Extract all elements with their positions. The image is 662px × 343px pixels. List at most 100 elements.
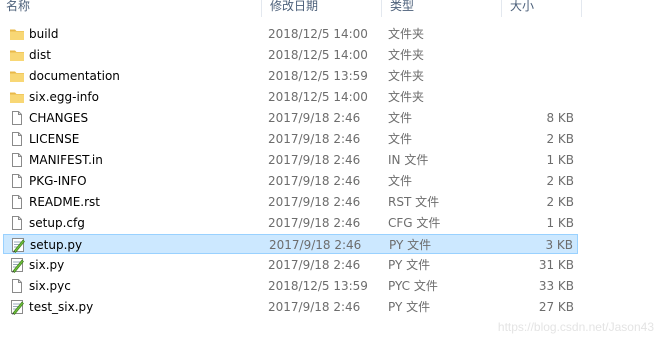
file-date-modified: 2018/12/5 14:00 <box>268 90 368 104</box>
file-icon-graphic <box>12 174 22 188</box>
file-name: six.py <box>29 258 65 272</box>
python-file-icon <box>9 257 25 273</box>
file-size: 1 KB <box>546 153 574 167</box>
file-date-modified: 2018/12/5 13:59 <box>268 69 368 83</box>
file-row[interactable]: six.py 2017/9/18 2:46 PY 文件 31 KB <box>3 255 578 275</box>
column-header-size[interactable]: 大小 <box>502 0 582 17</box>
file-row[interactable]: six.pyc 2018/12/5 13:59 PYC 文件 33 KB <box>3 276 578 296</box>
file-row[interactable]: setup.cfg 2017/9/18 2:46 CFG 文件 1 KB <box>3 213 578 233</box>
file-date-modified: 2017/9/18 2:46 <box>268 174 361 188</box>
file-date-modified: 2018/12/5 13:59 <box>268 279 368 293</box>
file-icon-graphic <box>12 216 22 230</box>
folder-icon <box>9 68 25 84</box>
file-name: setup.py <box>30 238 83 252</box>
file-icon-graphic <box>12 279 22 293</box>
file-type: PYC 文件 <box>388 279 438 293</box>
file-row[interactable]: PKG-INFO 2017/9/18 2:46 文件 2 KB <box>3 171 578 191</box>
file-icon-graphic <box>12 111 22 125</box>
watermark-text: https://blog.csdn.net/Jason43 <box>497 320 654 334</box>
file-icon <box>9 278 25 294</box>
folder-icon-graphic <box>10 29 24 40</box>
file-name: LICENSE <box>29 132 80 146</box>
file-icon-graphic <box>12 153 22 167</box>
file-type: 文件 <box>388 111 413 125</box>
python-file-icon-graphic <box>12 238 25 253</box>
file-type: 文件 <box>388 132 413 146</box>
file-row[interactable]: README.rst 2017/9/18 2:46 RST 文件 2 KB <box>3 192 578 212</box>
folder-icon-graphic <box>10 50 24 61</box>
column-header-date[interactable]: 修改日期 <box>262 0 382 17</box>
folder-icon <box>9 89 25 105</box>
file-size: 2 KB <box>546 174 574 188</box>
file-size: 3 KB <box>545 238 573 252</box>
column-header-name[interactable]: 名称 <box>0 0 262 17</box>
column-header-row: 名称 修改日期 类型 大小 <box>0 0 662 17</box>
file-type: 文件夹 <box>388 69 425 83</box>
file-row[interactable]: test_six.py 2017/9/18 2:46 PY 文件 27 KB <box>3 297 578 317</box>
file-date-modified: 2017/9/18 2:46 <box>268 132 361 146</box>
folder-icon-graphic <box>10 71 24 82</box>
file-icon <box>9 194 25 210</box>
file-name: PKG-INFO <box>29 174 87 188</box>
file-date-modified: 2017/9/18 2:46 <box>268 153 361 167</box>
file-name: six.pyc <box>29 279 71 293</box>
file-icon <box>9 110 25 126</box>
file-size: 2 KB <box>546 132 574 146</box>
file-icon <box>9 131 25 147</box>
file-row[interactable]: MANIFEST.in 2017/9/18 2:46 IN 文件 1 KB <box>3 150 578 170</box>
file-icon-graphic <box>12 132 22 146</box>
file-type: 文件夹 <box>388 27 425 41</box>
file-date-modified: 2017/9/18 2:46 <box>268 300 361 314</box>
file-name: setup.cfg <box>29 216 85 230</box>
folder-icon <box>9 26 25 42</box>
file-size: 33 KB <box>538 279 574 293</box>
file-row[interactable]: build 2018/12/5 14:00 文件夹 <box>3 24 578 44</box>
folder-icon-graphic <box>10 92 24 103</box>
file-icon <box>9 215 25 231</box>
file-name: test_six.py <box>29 300 94 314</box>
file-type: PY 文件 <box>389 238 432 252</box>
file-type: 文件 <box>388 174 413 188</box>
file-date-modified: 2017/9/18 2:46 <box>268 258 361 272</box>
file-type: IN 文件 <box>388 153 429 167</box>
file-row[interactable]: six.egg-info 2018/12/5 14:00 文件夹 <box>3 87 578 107</box>
file-row[interactable]: dist 2018/12/5 14:00 文件夹 <box>3 45 578 65</box>
file-name: documentation <box>29 69 120 83</box>
file-icon <box>9 152 25 168</box>
file-type: PY 文件 <box>388 300 431 314</box>
file-type: 文件夹 <box>388 90 425 104</box>
python-file-icon <box>9 299 25 315</box>
file-row[interactable]: LICENSE 2017/9/18 2:46 文件 2 KB <box>3 129 578 149</box>
python-file-icon-graphic <box>11 300 24 315</box>
file-name: MANIFEST.in <box>29 153 103 167</box>
file-type: CFG 文件 <box>388 216 441 230</box>
python-file-icon <box>10 237 26 253</box>
file-name: build <box>29 27 59 41</box>
file-date-modified: 2017/9/18 2:46 <box>268 216 361 230</box>
file-icon <box>9 173 25 189</box>
file-row[interactable]: documentation 2018/12/5 13:59 文件夹 <box>3 66 578 86</box>
file-size: 1 KB <box>546 216 574 230</box>
file-name: six.egg-info <box>29 90 99 104</box>
file-size: 31 KB <box>538 258 574 272</box>
file-date-modified: 2018/12/5 14:00 <box>268 48 368 62</box>
file-type: RST 文件 <box>388 195 440 209</box>
file-icon-graphic <box>12 195 22 209</box>
file-row[interactable]: setup.py 2017/9/18 2:46 PY 文件 3 KB <box>3 234 578 254</box>
file-size: 8 KB <box>546 111 574 125</box>
file-date-modified: 2018/12/5 14:00 <box>268 27 368 41</box>
file-size: 2 KB <box>546 195 574 209</box>
folder-icon <box>9 47 25 63</box>
file-type: 文件夹 <box>388 48 425 62</box>
file-row[interactable]: CHANGES 2017/9/18 2:46 文件 8 KB <box>3 108 578 128</box>
file-size: 27 KB <box>538 300 574 314</box>
file-date-modified: 2017/9/18 2:46 <box>269 238 362 252</box>
file-name: dist <box>29 48 51 62</box>
file-name: CHANGES <box>29 111 89 125</box>
file-type: PY 文件 <box>388 258 431 272</box>
python-file-icon-graphic <box>11 258 24 273</box>
file-date-modified: 2017/9/18 2:46 <box>268 195 361 209</box>
file-name: README.rst <box>29 195 101 209</box>
column-header-type[interactable]: 类型 <box>382 0 502 17</box>
file-date-modified: 2017/9/18 2:46 <box>268 111 361 125</box>
